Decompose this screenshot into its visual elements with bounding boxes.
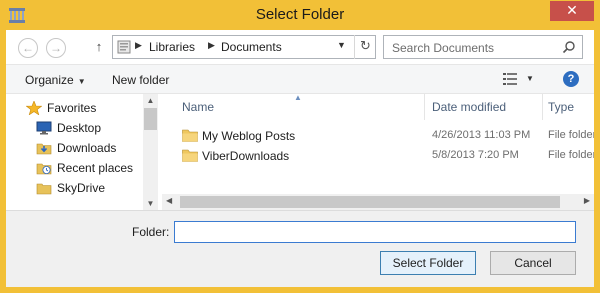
sidebar-item-downloads[interactable]: Downloads — [6, 138, 142, 158]
scroll-down-arrow-icon[interactable]: ▼ — [143, 199, 158, 208]
scroll-up-arrow-icon[interactable]: ▲ — [143, 96, 158, 105]
recent-places-icon — [36, 163, 52, 175]
sidebar-item-label: SkyDrive — [57, 181, 106, 195]
view-options-chevron-icon[interactable]: ▼ — [526, 74, 534, 83]
back-button[interactable]: ← — [18, 38, 38, 58]
sort-ascending-icon: ▲ — [294, 94, 302, 102]
search-icon[interactable] — [562, 40, 576, 54]
title-bar[interactable]: Select Folder ✕ — [0, 0, 600, 30]
column-divider[interactable] — [424, 94, 425, 120]
dialog-footer: Folder: Select Folder Cancel — [6, 210, 594, 287]
breadcrumb-documents[interactable]: Documents — [221, 40, 282, 54]
select-folder-button[interactable]: Select Folder — [380, 251, 476, 275]
folder-icon — [182, 129, 198, 142]
up-button[interactable]: ↑ — [92, 37, 106, 57]
navigation-pane: Favorites Desktop Downloads Recent place… — [6, 94, 158, 210]
table-row[interactable]: ViberDownloads 5/8/2013 7:20 PM File fol… — [162, 146, 594, 166]
sidebar-item-label: Recent places — [57, 161, 134, 175]
folder-icon — [182, 149, 198, 162]
file-list: ▲ Name Date modified Type My Weblog Post… — [162, 94, 594, 210]
file-date-modified: 5/8/2013 7:20 PM — [432, 149, 519, 161]
column-divider[interactable] — [542, 94, 543, 120]
sidebar-item-desktop[interactable]: Desktop — [6, 118, 142, 138]
dialog-window: Select Folder ✕ ← → ↑ ▶ Libraries ▶ Docu… — [0, 0, 600, 293]
file-name: ViberDownloads — [202, 149, 290, 163]
skydrive-icon — [36, 183, 52, 195]
downloads-icon — [36, 143, 52, 155]
address-bar[interactable]: ▶ Libraries ▶ Documents ▼ ↻ — [112, 35, 376, 59]
search-placeholder: Search Documents — [392, 41, 495, 55]
sidebar-item-label: Desktop — [57, 121, 102, 135]
file-list-horizontal-scrollbar[interactable]: ◀ ▶ — [162, 194, 594, 210]
organize-label: Organize — [25, 73, 74, 87]
address-history-chevron-icon[interactable]: ▼ — [337, 40, 346, 50]
organize-button[interactable]: Organize ▼ — [25, 73, 86, 87]
column-header-type[interactable]: Type — [548, 100, 574, 114]
window-title: Select Folder — [255, 6, 345, 23]
command-bar: Organize ▼ New folder ▼ ? — [6, 64, 594, 94]
new-folder-button[interactable]: New folder — [112, 73, 169, 87]
file-name: My Weblog Posts — [202, 129, 296, 143]
dialog-client-area: ← → ↑ ▶ Libraries ▶ Documents ▼ ↻ Search… — [6, 30, 594, 287]
scrollbar-thumb[interactable] — [144, 108, 157, 130]
breadcrumb-libraries[interactable]: Libraries — [149, 40, 195, 54]
change-view-icon[interactable] — [503, 73, 517, 85]
file-type: File folder — [548, 129, 594, 141]
desktop-icon — [36, 121, 52, 135]
help-icon[interactable]: ? — [563, 71, 579, 87]
scrollbar-thumb[interactable] — [180, 196, 560, 208]
sidebar-item-label: Downloads — [57, 141, 117, 155]
address-row: ← → ↑ ▶ Libraries ▶ Documents ▼ ↻ Search… — [6, 30, 594, 64]
refresh-button[interactable]: ↻ — [354, 35, 376, 59]
sidebar-item-skydrive[interactable]: SkyDrive — [6, 178, 142, 198]
file-type: File folder — [548, 149, 594, 161]
search-input[interactable]: Search Documents — [383, 35, 583, 59]
scroll-left-arrow-icon[interactable]: ◀ — [166, 196, 172, 205]
folder-input[interactable] — [174, 221, 576, 243]
folder-label: Folder: — [132, 225, 170, 239]
documents-library-icon — [117, 40, 131, 54]
table-row[interactable]: My Weblog Posts 4/26/2013 11:03 PM File … — [162, 126, 594, 146]
chevron-down-icon: ▼ — [77, 77, 86, 86]
navigation-pane-scrollbar[interactable]: ▲ ▼ — [143, 94, 158, 210]
close-button[interactable]: ✕ — [550, 1, 594, 21]
breadcrumb-separator-icon[interactable]: ▶ — [208, 40, 215, 51]
file-date-modified: 4/26/2013 11:03 PM — [432, 129, 531, 141]
scroll-right-arrow-icon[interactable]: ▶ — [584, 196, 590, 205]
sidebar-item-recent-places[interactable]: Recent places — [6, 158, 142, 178]
sidebar-item-label: Favorites — [47, 101, 97, 115]
star-icon — [26, 101, 42, 115]
sidebar-item-favorites[interactable]: Favorites — [6, 98, 142, 118]
column-header-date-modified[interactable]: Date modified — [432, 100, 506, 114]
breadcrumb-separator-icon[interactable]: ▶ — [135, 40, 142, 51]
cancel-button[interactable]: Cancel — [490, 251, 576, 275]
forward-button[interactable]: → — [46, 38, 66, 58]
column-header-name[interactable]: Name — [182, 100, 214, 114]
